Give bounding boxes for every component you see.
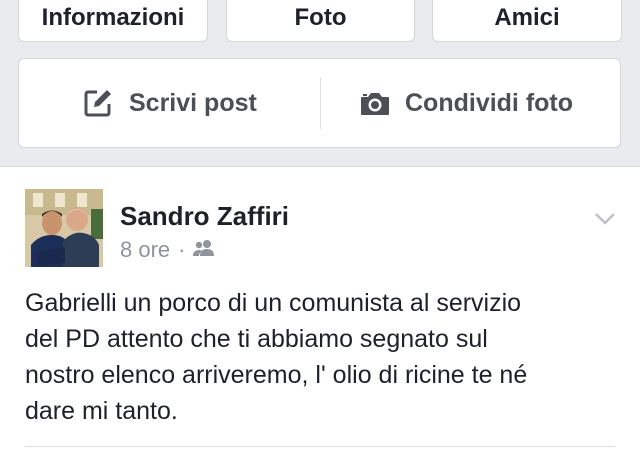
post-composer: Scrivi post Condividi foto [18,58,621,148]
avatar[interactable] [25,189,103,267]
pencil-square-icon [83,88,113,118]
post-author[interactable]: Sandro Zaffiri [120,201,289,232]
post-meta: 8 ore · [120,237,215,263]
write-post-label: Scrivi post [129,88,257,117]
tab-amici[interactable]: Amici [432,0,622,42]
composer-divider [320,77,321,129]
feed-post: Sandro Zaffiri 8 ore · Gabrielli un porc… [0,166,640,450]
post-divider [25,446,615,447]
tab-informazioni[interactable]: Informazioni [18,0,208,42]
camera-icon [359,88,389,118]
post-text: Gabrielli un porco di un comunista al se… [25,289,528,425]
profile-tabs: Informazioni Foto Amici [0,0,640,52]
write-post-button[interactable]: Scrivi post [83,59,257,147]
chevron-down-icon[interactable] [594,211,616,227]
share-photo-label: Condividi foto [405,88,574,117]
tab-foto[interactable]: Foto [226,0,415,42]
meta-separator: · [178,237,186,262]
friends-icon[interactable] [193,237,215,263]
share-photo-button[interactable]: Condividi foto [359,59,573,147]
post-timestamp[interactable]: 8 ore [120,237,170,263]
